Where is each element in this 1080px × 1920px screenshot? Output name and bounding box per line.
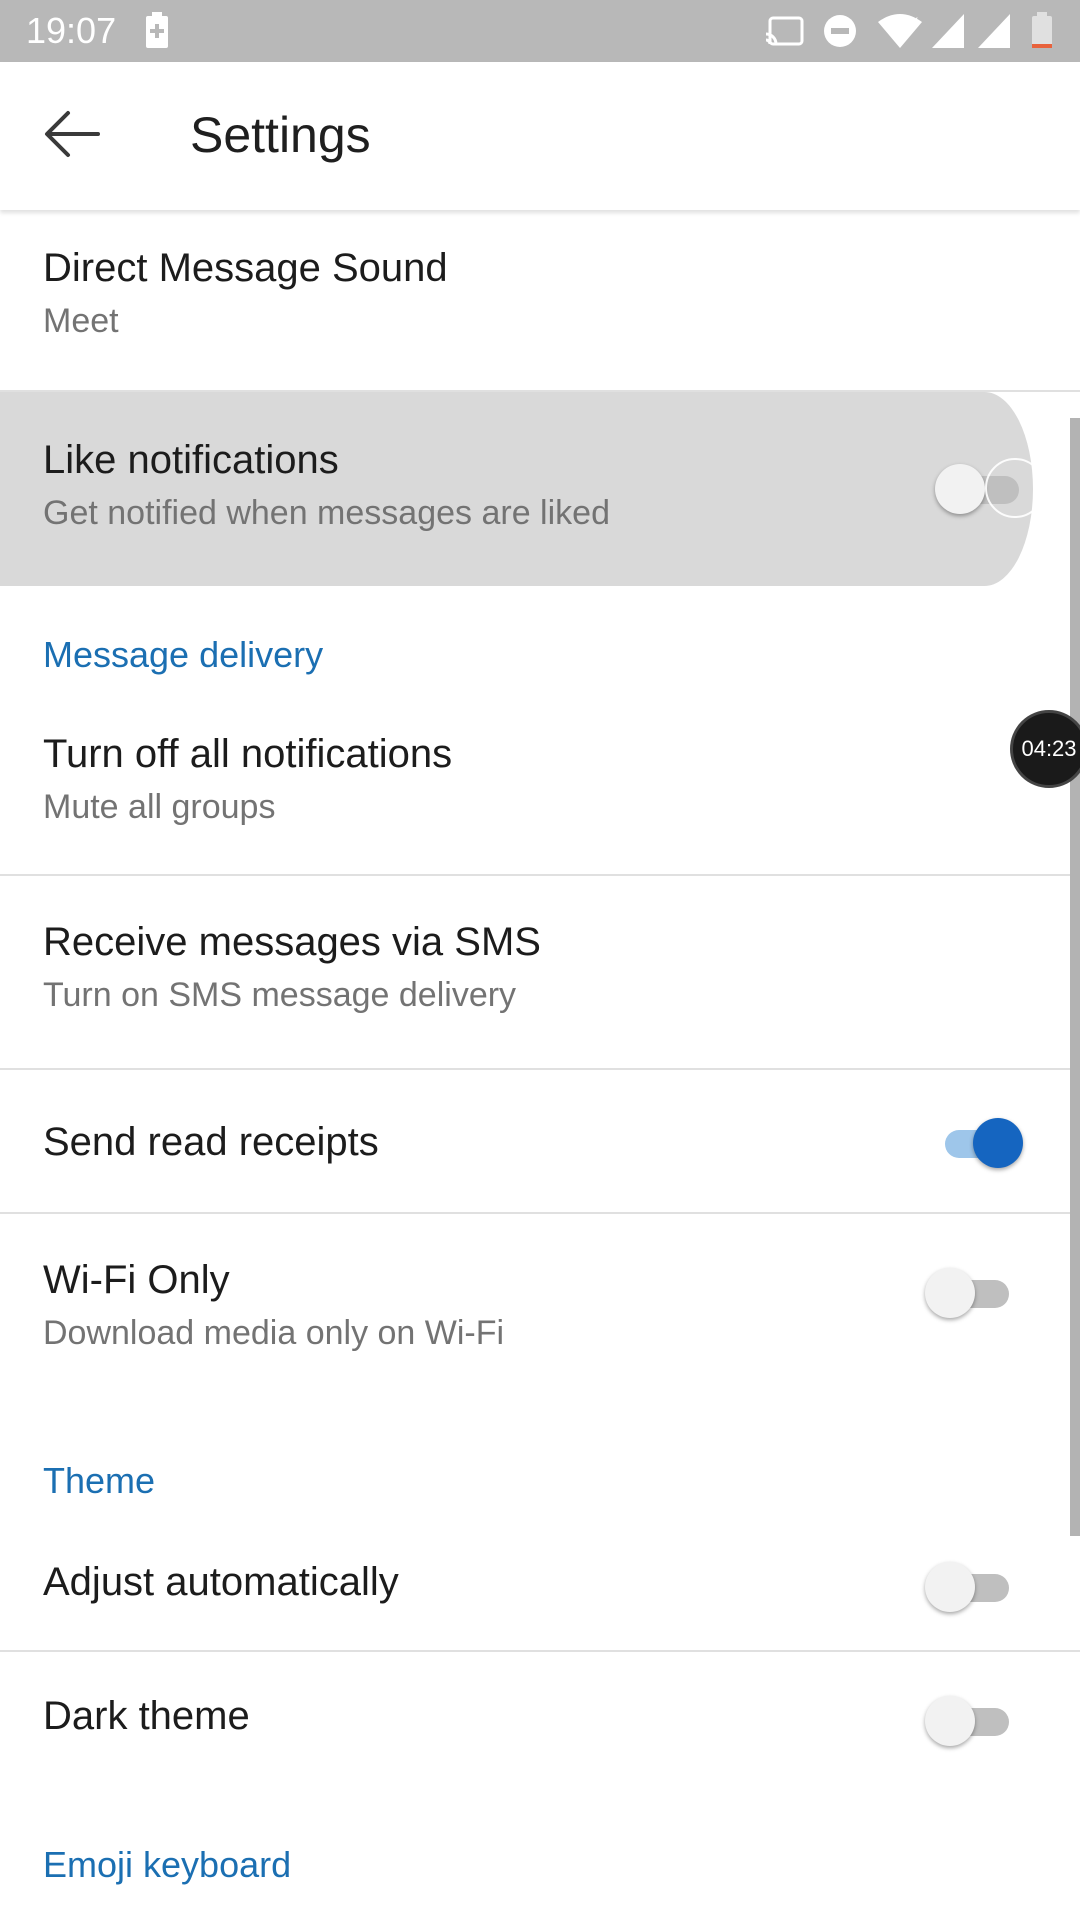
battery-low-icon (1032, 12, 1052, 48)
floating-timer[interactable]: 04:23 (1010, 710, 1080, 788)
setting-receive-sms[interactable]: Receive messages via SMS Turn on SMS mes… (0, 876, 1080, 1068)
wifi-icon: x (878, 13, 922, 48)
dark-theme-toggle[interactable] (925, 1692, 1011, 1748)
setting-direct-message-sound[interactable]: Direct Message Sound Meet (0, 210, 1080, 390)
setting-like-notifications[interactable]: Like notifications Get notified when mes… (0, 392, 1045, 586)
setting-send-read-receipts[interactable]: Send read receipts (0, 1070, 1080, 1212)
touch-indicator (985, 458, 1045, 518)
send-read-receipts-toggle[interactable] (935, 1114, 1023, 1170)
setting-subtitle: Turn on SMS message delivery (43, 976, 517, 1014)
setting-title: Receive messages via SMS (43, 920, 541, 964)
toggle-thumb (925, 1268, 975, 1318)
toggle-thumb (973, 1118, 1023, 1168)
scrollbar[interactable] (1070, 418, 1080, 1536)
section-header-message-delivery: Message delivery (43, 634, 324, 675)
setting-turn-off-notifications[interactable]: Turn off all notifications Mute all grou… (0, 692, 1080, 874)
adjust-automatically-toggle[interactable] (925, 1558, 1011, 1614)
setting-title: Turn off all notifications (43, 732, 453, 776)
section-header-theme: Theme (43, 1460, 156, 1501)
setting-title: Adjust automatically (43, 1560, 399, 1604)
signal-icon (978, 14, 1010, 48)
cast-icon (765, 16, 804, 46)
wifi-only-toggle[interactable] (925, 1264, 1011, 1320)
status-bar: 19:07 x (0, 0, 1080, 62)
setting-title: Like notifications (43, 438, 339, 482)
setting-subtitle: Get notified when messages are liked (43, 494, 610, 532)
setting-subtitle: Mute all groups (43, 788, 276, 826)
setting-adjust-automatically[interactable]: Adjust automatically (0, 1520, 1080, 1650)
arrow-back-icon[interactable] (40, 102, 104, 166)
svg-text:x: x (912, 13, 918, 27)
setting-subtitle: Meet (43, 302, 119, 340)
setting-title: Dark theme (43, 1694, 250, 1738)
page-title: Settings (190, 107, 371, 163)
setting-title: Send read receipts (43, 1120, 379, 1164)
setting-dark-theme[interactable]: Dark theme (0, 1652, 1080, 1802)
toggle-thumb (925, 1696, 975, 1746)
do-not-disturb-icon (824, 15, 856, 47)
battery-saver-icon (146, 12, 168, 48)
setting-wifi-only[interactable]: Wi-Fi Only Download media only on Wi-Fi (0, 1214, 1080, 1390)
setting-subtitle: Download media only on Wi-Fi (43, 1314, 505, 1352)
setting-title: Wi-Fi Only (43, 1258, 230, 1302)
settings-list: Direct Message Sound Meet Like notificat… (0, 210, 1080, 1920)
setting-title: Direct Message Sound (43, 246, 448, 290)
toggle-thumb (925, 1562, 975, 1612)
app-bar: Settings (0, 62, 1080, 210)
signal-icon (932, 14, 964, 48)
status-time: 19:07 (26, 10, 117, 51)
section-header-emoji-keyboard: Emoji keyboard (43, 1844, 292, 1885)
toggle-thumb (935, 464, 985, 514)
